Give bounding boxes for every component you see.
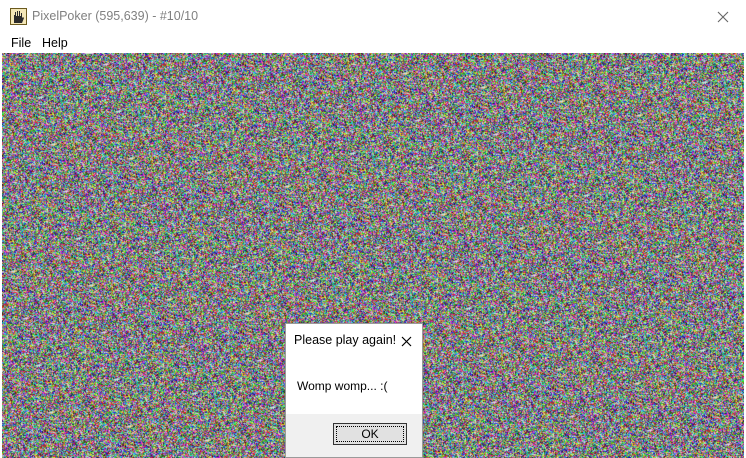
close-icon xyxy=(401,336,411,346)
menu-help[interactable]: Help xyxy=(40,35,70,51)
dialog-button-area: OK xyxy=(286,414,422,457)
menu-file[interactable]: File xyxy=(9,35,33,51)
message-dialog: Please play again! Womp womp... :( OK xyxy=(285,323,423,458)
menu-bar: File Help xyxy=(0,33,746,53)
close-icon xyxy=(717,11,729,22)
dialog-message: Womp womp... :( xyxy=(297,379,388,393)
pixelpoker-hand-icon xyxy=(10,8,27,25)
dialog-close-button[interactable] xyxy=(394,330,418,352)
title-bar[interactable]: PixelPoker (595,639) - #10/10 xyxy=(0,0,746,33)
ok-button[interactable]: OK xyxy=(333,423,407,445)
pixelpoker-window: PixelPoker (595,639) - #10/10 File Help … xyxy=(0,0,746,458)
window-title: PixelPoker (595,639) - #10/10 xyxy=(32,9,199,23)
dialog-title: Please play again! xyxy=(294,333,397,347)
window-close-button[interactable] xyxy=(700,0,746,33)
